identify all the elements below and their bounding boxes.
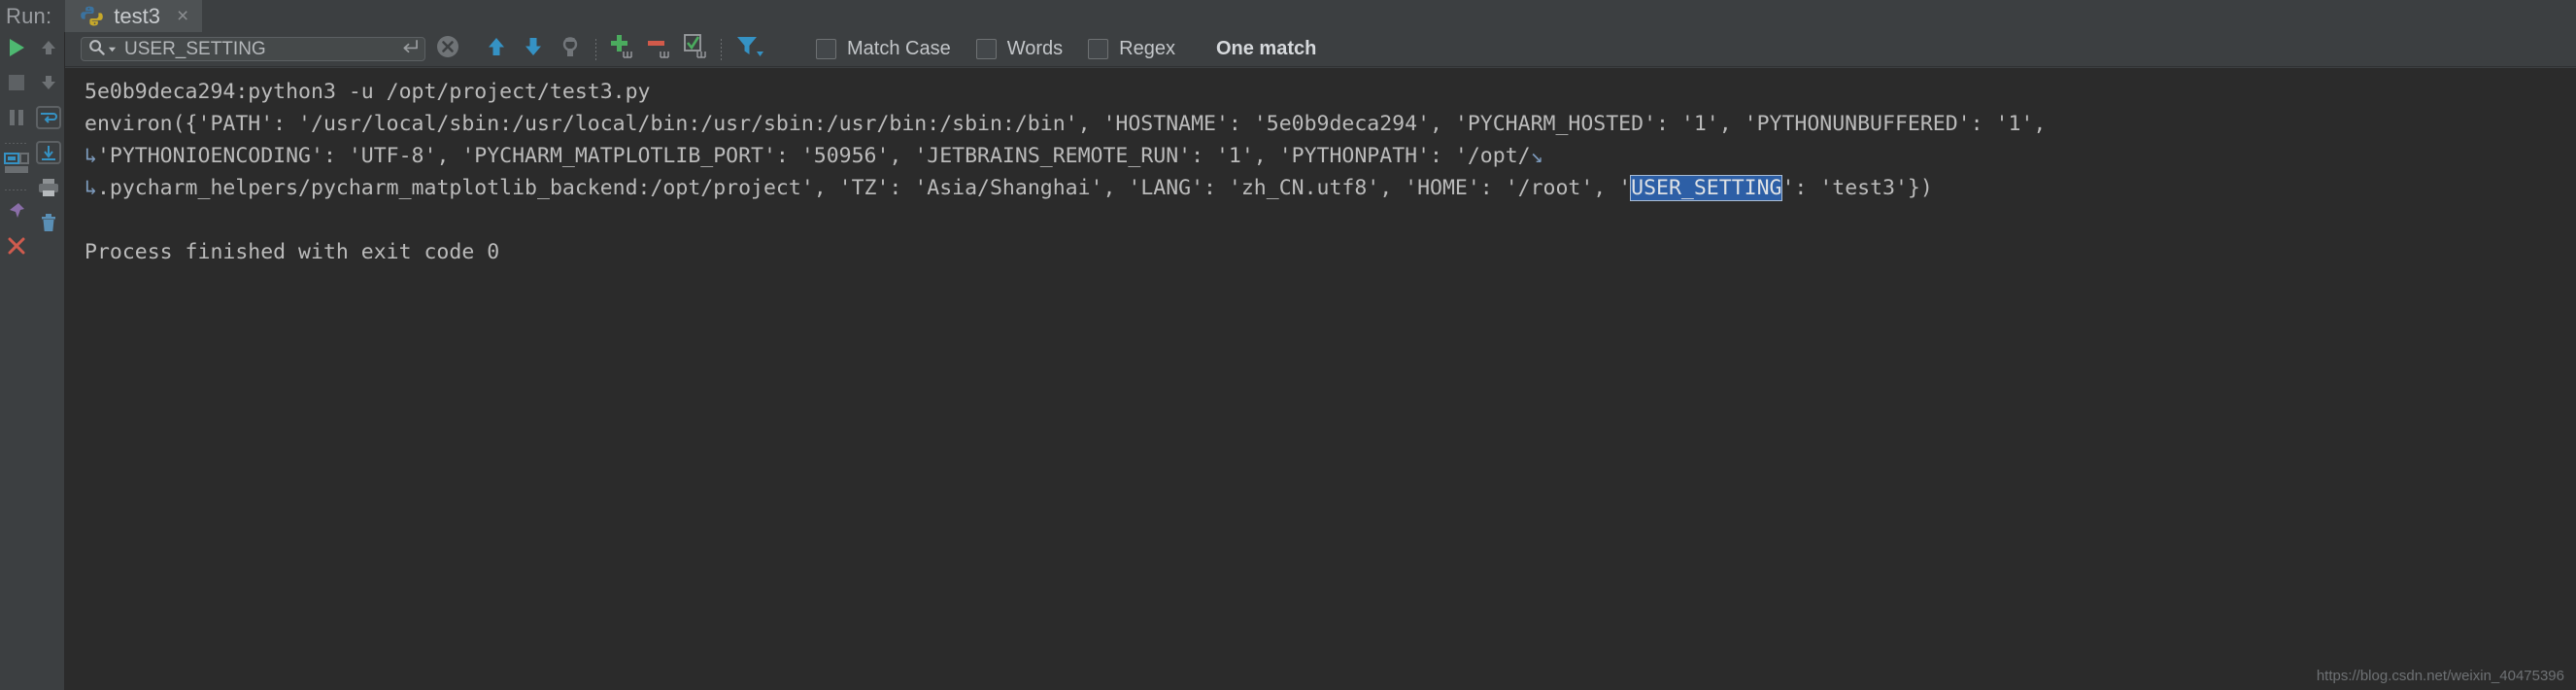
console-output[interactable]: 5e0b9deca294:python3 -u /opt/project/tes… <box>65 68 2576 690</box>
chevron-down-icon <box>108 41 117 58</box>
search-match-highlight: USER_SETTING <box>1630 175 1783 201</box>
python-icon <box>81 5 104 27</box>
find-all-icon <box>559 35 582 63</box>
soft-wrap-icon <box>36 105 61 134</box>
remove-filter-button[interactable] <box>640 32 677 67</box>
pause-icon <box>7 108 26 132</box>
filter-button[interactable] <box>729 32 771 67</box>
gutter-separator <box>0 137 32 149</box>
console-line: ↳.pycharm_helpers/pycharm_matplotlib_bac… <box>85 175 1933 201</box>
scroll-up-button[interactable] <box>32 32 65 67</box>
words-option[interactable]: Words <box>975 38 1064 60</box>
match-case-option[interactable]: Match Case <box>816 38 951 60</box>
wrap-indicator-icon: ↳ <box>85 144 97 168</box>
funnel-filter-icon <box>735 34 764 64</box>
words-checkbox[interactable] <box>975 39 997 59</box>
arrow-up-icon <box>486 36 507 62</box>
match-count-status: One match <box>1215 38 1317 59</box>
wrap-indicator-icon: ↳ <box>85 176 97 200</box>
toolbar-divider-1 <box>595 38 596 60</box>
pin-icon <box>7 201 26 225</box>
close-x-icon <box>7 236 26 260</box>
find-navigation-group <box>478 32 589 67</box>
soft-wrap-button[interactable] <box>32 102 65 137</box>
clear-all-button[interactable] <box>32 207 65 242</box>
console-actions-toolbar <box>32 32 65 690</box>
find-next-button[interactable] <box>515 32 552 67</box>
arrow-down-icon <box>523 36 544 62</box>
close-icon[interactable]: × <box>177 6 188 26</box>
run-tool-window-label: Run: <box>6 3 52 28</box>
clear-circle-x-icon <box>435 34 460 64</box>
console-line: 5e0b9deca294:python3 -u /opt/project/tes… <box>85 80 651 104</box>
tab-test3[interactable]: test3 × <box>65 0 203 32</box>
watermark: https://blog.csdn.net/weixin_40475396 <box>2316 668 2564 684</box>
match-case-label: Match Case <box>847 38 951 59</box>
scroll-to-end-button[interactable] <box>32 137 65 172</box>
gutter-separator-2 <box>0 184 32 195</box>
add-filter-button[interactable] <box>603 32 640 67</box>
pycharm-run-window: Run: test3 × USER_SETTING Match Case Wor… <box>0 0 2576 690</box>
wrap-indicator-icon: ↘ <box>1530 144 1543 168</box>
print-button[interactable] <box>32 172 65 207</box>
console-line: environ({'PATH': '/usr/local/sbin:/usr/l… <box>85 112 2047 136</box>
console-line: ↳'PYTHONIOENCODING': 'UTF-8', 'PYCHARM_M… <box>85 144 1543 168</box>
stop-button[interactable] <box>0 67 32 102</box>
play-icon <box>6 37 27 63</box>
regex-option[interactable]: Regex <box>1088 38 1175 60</box>
run-tool-window-header: Run: test3 × <box>0 0 2576 32</box>
scroll-down-button[interactable] <box>32 67 65 102</box>
arrow-down-icon <box>39 73 58 97</box>
printer-icon <box>37 177 60 203</box>
edit-filter-button[interactable] <box>677 32 714 67</box>
run-controls-toolbar <box>0 32 32 690</box>
search-icon <box>88 39 105 60</box>
regex-label: Regex <box>1119 38 1175 59</box>
pin-tab-button[interactable] <box>0 195 32 230</box>
tab-title: test3 <box>114 3 160 28</box>
console-line-exit-code: Process finished with exit code 0 <box>85 240 500 264</box>
clear-search-button[interactable] <box>435 34 460 64</box>
plus-icon <box>608 34 635 64</box>
find-all-button[interactable] <box>552 32 589 67</box>
console-window-icon <box>3 152 29 181</box>
checkbox-edit-icon <box>682 34 709 64</box>
find-previous-button[interactable] <box>478 32 515 67</box>
scroll-end-icon <box>36 140 61 169</box>
console-toggle-button[interactable] <box>0 149 32 184</box>
trash-icon <box>38 212 59 238</box>
rerun-button[interactable] <box>0 32 32 67</box>
stop-square-icon <box>7 73 26 97</box>
close-tab-button[interactable] <box>0 230 32 265</box>
search-icon-dropdown[interactable] <box>88 39 117 60</box>
search-input-wrapper[interactable]: USER_SETTING <box>81 37 425 61</box>
regex-checkbox[interactable] <box>1088 39 1109 59</box>
toolbar-divider-2 <box>721 38 722 60</box>
find-toolbar: USER_SETTING Match Case Words Regex One … <box>65 32 2576 67</box>
arrow-up-icon <box>39 38 58 62</box>
enter-return-icon[interactable] <box>400 39 419 60</box>
search-input[interactable]: USER_SETTING <box>124 39 400 60</box>
minus-icon <box>645 34 672 64</box>
match-case-checkbox[interactable] <box>816 39 836 59</box>
filter-edit-group <box>603 32 714 67</box>
words-label: Words <box>1006 38 1064 59</box>
pause-button[interactable] <box>0 102 32 137</box>
